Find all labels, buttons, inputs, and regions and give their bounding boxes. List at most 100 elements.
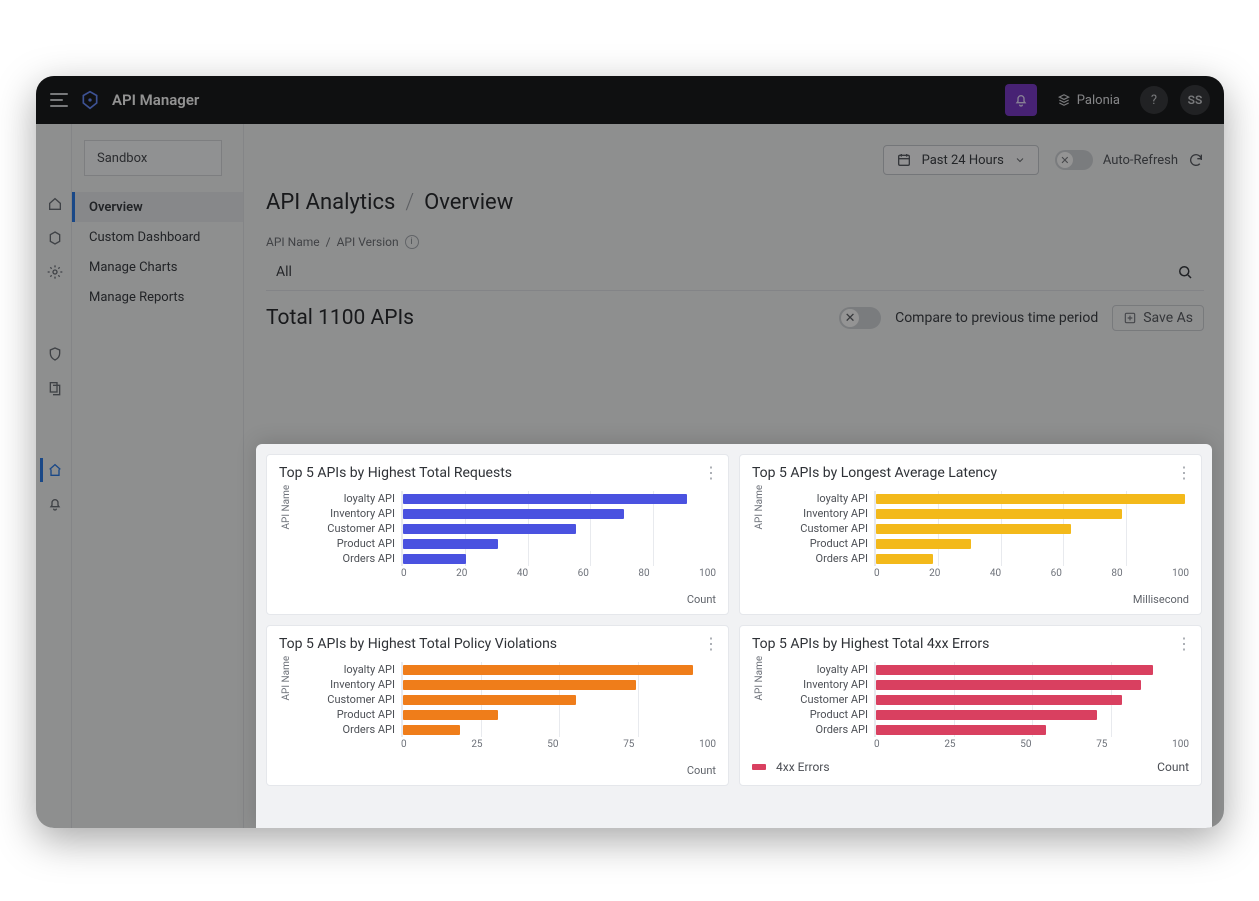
category-label: Inventory API <box>758 507 868 520</box>
save-as-button[interactable]: Save As <box>1112 305 1204 331</box>
rail-hex-icon[interactable] <box>40 226 68 250</box>
bar <box>876 539 971 549</box>
environment-selector[interactable]: Sandbox <box>84 140 222 176</box>
bar-row: Customer API <box>874 521 1189 536</box>
rail-gear-icon[interactable] <box>40 260 68 284</box>
bar-row: Orders API <box>401 551 716 566</box>
calendar-icon <box>896 152 912 168</box>
legend: 4xx Errors Count <box>752 760 1189 774</box>
card-menu-icon[interactable]: ⋮ <box>1176 636 1193 652</box>
charts-popover: Top 5 APIs by Highest Total Requests ⋮ A… <box>256 444 1212 828</box>
bar <box>403 680 636 690</box>
x-tick: 0 <box>401 739 407 750</box>
bar-row: Orders API <box>874 722 1189 737</box>
x-tick: 100 <box>1172 568 1189 579</box>
rail-analytics-icon[interactable] <box>40 458 68 482</box>
summary-row: Total 1100 APIs ✕ Compare to previous ti… <box>266 305 1204 331</box>
bar <box>403 494 687 504</box>
category-label: loyalty API <box>758 492 868 505</box>
time-range-picker[interactable]: Past 24 Hours <box>883 145 1039 175</box>
x-tick: 25 <box>944 739 955 750</box>
chart-bars: loyalty APIInventory APICustomer APIProd… <box>874 662 1189 737</box>
bar <box>403 725 460 735</box>
app-logo-icon <box>80 90 100 110</box>
auto-refresh-toggle[interactable]: ✕ <box>1055 150 1093 170</box>
total-apis-label: Total 1100 APIs <box>266 306 414 330</box>
rail-pages-icon[interactable] <box>40 376 68 400</box>
bar-row: Product API <box>874 536 1189 551</box>
compare-toggle[interactable]: ✕ <box>839 307 881 329</box>
filter-value: All <box>276 264 292 280</box>
x-tick: 40 <box>517 568 528 579</box>
card-top-requests: Top 5 APIs by Highest Total Requests ⋮ A… <box>266 454 729 615</box>
org-name: Palonia <box>1077 93 1120 108</box>
card-menu-icon[interactable]: ⋮ <box>703 636 720 652</box>
chart-bars: loyalty APIInventory APICustomer APIProd… <box>401 491 716 566</box>
search-icon[interactable] <box>1176 263 1194 281</box>
rail-alerts-icon[interactable] <box>40 492 68 516</box>
x-axis-unit: Count <box>279 764 716 777</box>
menu-icon[interactable] <box>50 93 68 107</box>
x-tick: 20 <box>456 568 467 579</box>
card-menu-icon[interactable]: ⋮ <box>703 465 720 481</box>
breadcrumb-root[interactable]: API Analytics <box>266 190 395 215</box>
sidebar-item-manage-reports[interactable]: Manage Reports <box>72 282 243 312</box>
sidebar-item-overview[interactable]: Overview <box>72 192 243 222</box>
category-label: loyalty API <box>285 492 395 505</box>
bar <box>403 695 576 705</box>
chart-bars: loyalty APIInventory APICustomer APIProd… <box>401 662 716 737</box>
category-label: Orders API <box>758 552 868 565</box>
bar <box>876 524 1071 534</box>
card-title: Top 5 APIs by Highest Total 4xx Errors <box>752 636 1189 652</box>
breadcrumb-sep: / <box>405 190 414 215</box>
legend-swatch <box>752 764 766 770</box>
x-tick: 100 <box>1172 739 1189 750</box>
bar <box>403 524 576 534</box>
help-button[interactable]: ? <box>1140 86 1168 114</box>
bar <box>876 680 1141 690</box>
bar-row: Product API <box>401 536 716 551</box>
bar-row: Inventory API <box>874 677 1189 692</box>
bar <box>876 725 1046 735</box>
x-tick: 0 <box>874 739 880 750</box>
category-label: Customer API <box>758 693 868 706</box>
sidebar-item-manage-charts[interactable]: Manage Charts <box>72 252 243 282</box>
x-tick: 100 <box>699 739 716 750</box>
app-title: API Manager <box>112 91 199 109</box>
bar <box>876 695 1122 705</box>
org-switcher[interactable]: Palonia <box>1049 89 1128 112</box>
bar-row: loyalty API <box>401 662 716 677</box>
notifications-button[interactable] <box>1005 84 1037 116</box>
legend-label: 4xx Errors <box>776 760 830 774</box>
bar-row: Product API <box>401 707 716 722</box>
rail-shield-icon[interactable] <box>40 342 68 366</box>
bar <box>403 539 498 549</box>
user-avatar[interactable]: SS <box>1180 85 1210 115</box>
auto-refresh-group: ✕ Auto-Refresh <box>1055 150 1204 170</box>
rail-home-icon[interactable] <box>40 192 68 216</box>
card-title: Top 5 APIs by Longest Average Latency <box>752 465 1189 481</box>
card-top-4xx-errors: Top 5 APIs by Highest Total 4xx Errors ⋮… <box>739 625 1202 786</box>
sidebar-item-custom-dashboard[interactable]: Custom Dashboard <box>72 222 243 252</box>
card-title: Top 5 APIs by Highest Total Requests <box>279 465 716 481</box>
x-tick: 20 <box>929 568 940 579</box>
api-filter-bar[interactable]: All <box>266 253 1204 291</box>
bar-row: Orders API <box>874 551 1189 566</box>
category-label: Product API <box>285 537 395 550</box>
x-tick: 0 <box>401 568 407 579</box>
category-label: Customer API <box>285 522 395 535</box>
sidebar: Sandbox Overview Custom Dashboard Manage… <box>72 124 244 828</box>
bar <box>876 710 1097 720</box>
category-label: Customer API <box>285 693 395 706</box>
card-top-latency: Top 5 APIs by Longest Average Latency ⋮ … <box>739 454 1202 615</box>
info-icon[interactable]: i <box>405 235 419 249</box>
icon-rail <box>36 124 72 828</box>
x-tick: 60 <box>578 568 589 579</box>
x-tick: 25 <box>471 739 482 750</box>
category-label: Inventory API <box>758 678 868 691</box>
refresh-icon[interactable] <box>1188 152 1204 168</box>
card-menu-icon[interactable]: ⋮ <box>1176 465 1193 481</box>
compare-label: Compare to previous time period <box>895 310 1098 326</box>
bar <box>403 554 466 564</box>
toolbar-row: Past 24 Hours ✕ Auto-Refresh <box>266 136 1204 184</box>
